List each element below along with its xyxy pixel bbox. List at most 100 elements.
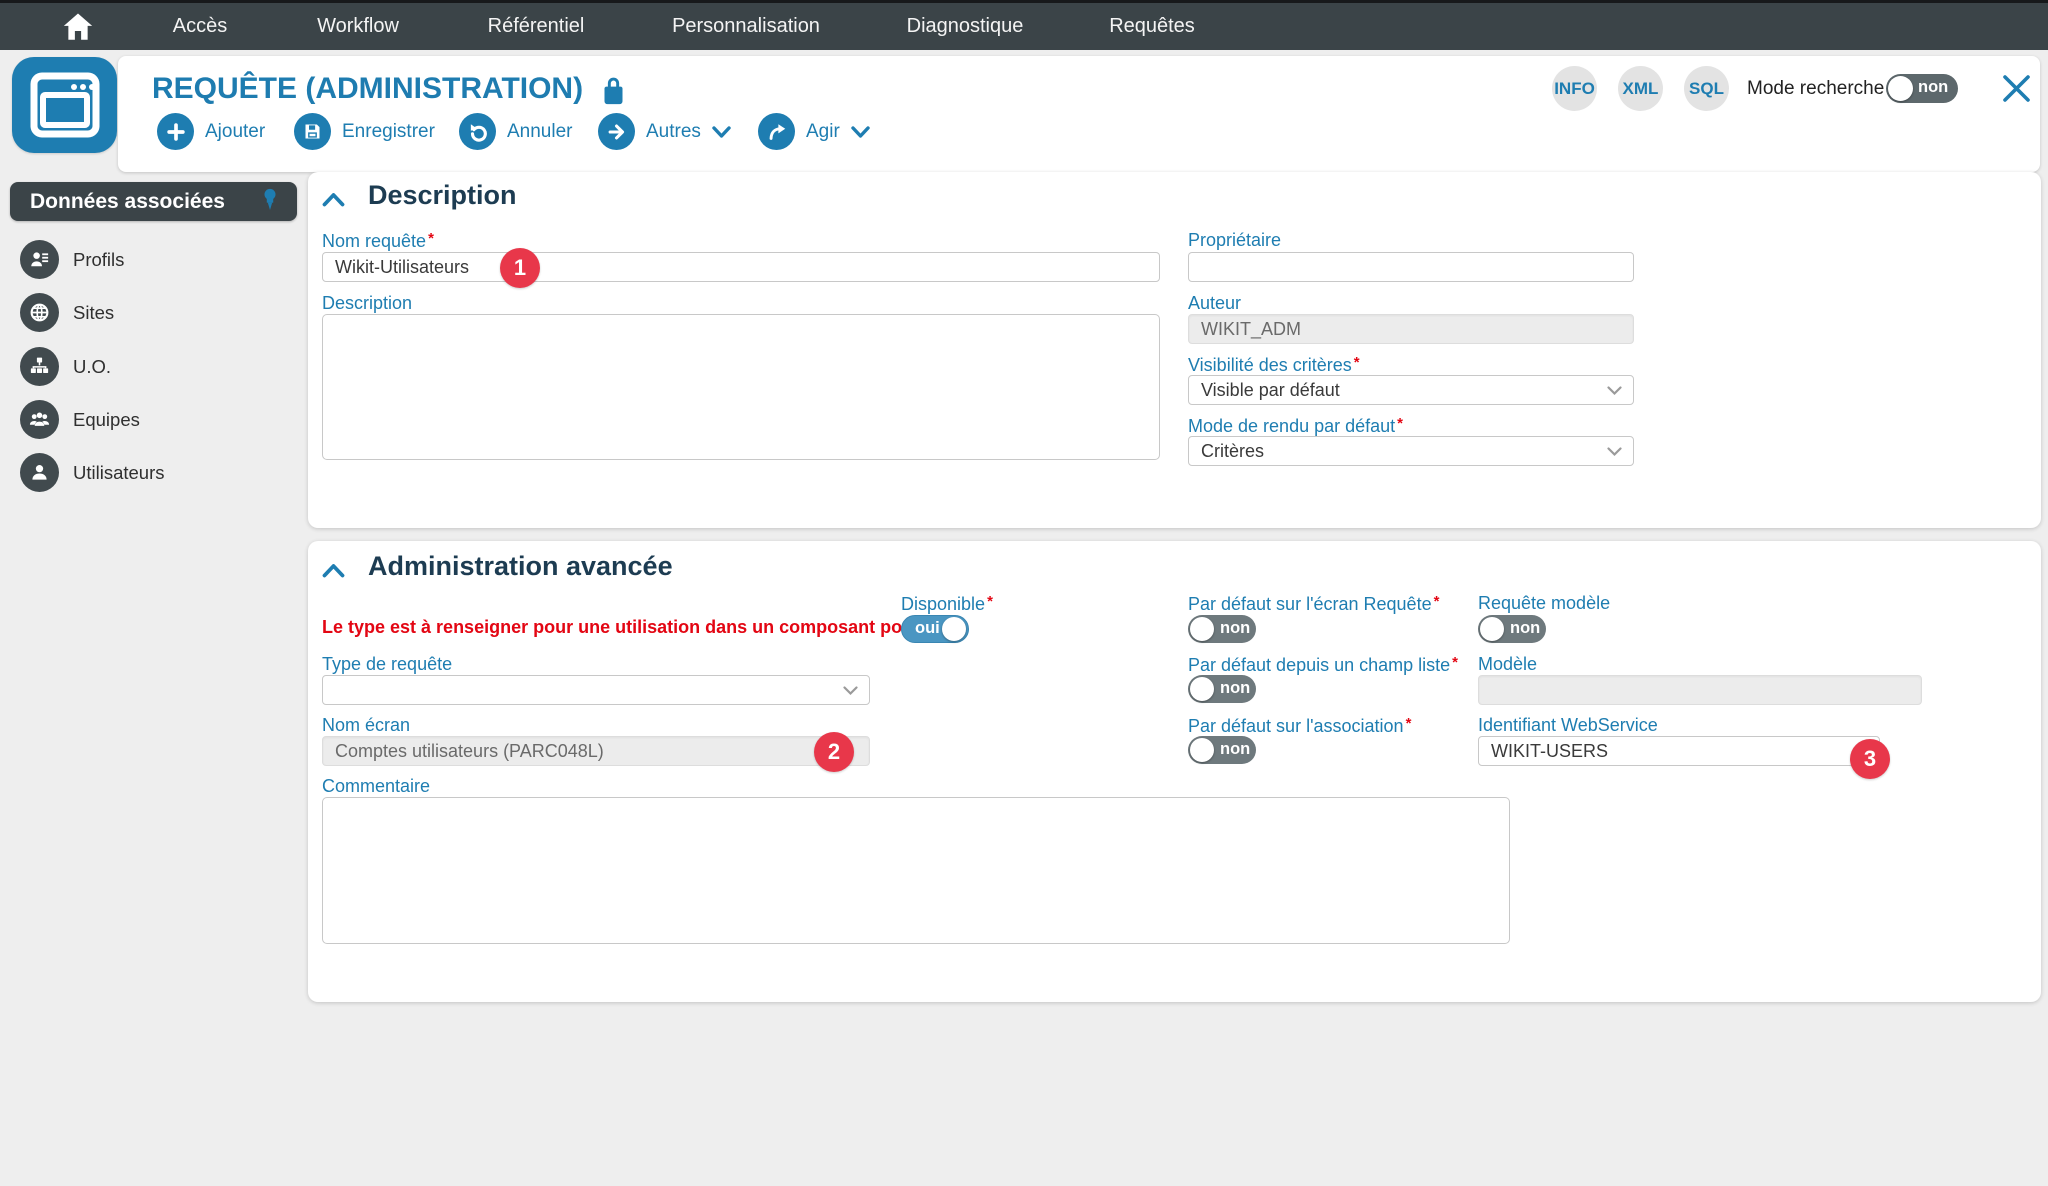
annuler-button[interactable]: Annuler — [459, 113, 573, 150]
info-button[interactable]: INFO — [1552, 66, 1597, 111]
selected-value: Visible par défaut — [1201, 379, 1340, 400]
toggle-value: non — [1918, 78, 1949, 96]
annotation-badge-2: 2 — [814, 732, 854, 772]
defaut-champ-toggle[interactable]: non — [1188, 675, 1256, 703]
nav-item-diagnostique[interactable]: Diagnostique — [907, 3, 1024, 50]
app-screen: Accès Workflow Référentiel Personnalisat… — [0, 0, 2048, 1186]
defaut-ecran-label: Par défaut sur l'écran Requête * — [1188, 593, 1440, 614]
admin-section: Administration avancée Le type est à ren… — [308, 541, 2041, 1002]
admin-section-title: Administration avancée — [368, 551, 673, 581]
xml-button[interactable]: XML — [1618, 66, 1663, 111]
chevron-up-icon — [322, 193, 345, 207]
description-section: Description Nom requête* 1 Description P… — [308, 172, 2041, 528]
page-title: REQUÊTE (ADMINISTRATION) — [152, 72, 584, 105]
proprietaire-input[interactable] — [1188, 252, 1634, 282]
sidebar-header: Données associées — [10, 182, 297, 221]
toggle-knob — [1190, 738, 1214, 762]
mode-rendu-select[interactable]: Critères — [1188, 436, 1634, 466]
proprietaire-label: Propriétaire — [1188, 230, 1282, 250]
toggle-knob — [1190, 617, 1214, 641]
pin-icon[interactable] — [259, 187, 281, 216]
toggle-value: non — [1510, 619, 1541, 637]
sql-button[interactable]: SQL — [1684, 66, 1729, 111]
save-icon — [294, 113, 331, 150]
ajouter-button[interactable]: Ajouter — [157, 113, 265, 150]
defaut-assoc-label: Par défaut sur l'association * — [1188, 715, 1412, 736]
nav-item-referentiel[interactable]: Référentiel — [488, 3, 585, 50]
defaut-ecran-toggle[interactable]: non — [1188, 615, 1256, 643]
description-textarea[interactable] — [322, 314, 1160, 460]
org-icon — [20, 347, 59, 386]
selected-value: Critères — [1201, 440, 1265, 461]
disponible-label: Disponible * — [901, 593, 993, 614]
modele-label: Modèle — [1478, 654, 1538, 674]
visibilite-criteres-label: Visibilité des critères * — [1188, 354, 1360, 375]
close-button[interactable] — [1998, 70, 2034, 106]
sidebar-title: Données associées — [30, 189, 225, 213]
plus-icon — [157, 113, 194, 150]
description-section-title: Description — [368, 180, 517, 210]
team-icon — [20, 400, 59, 439]
sidebar-item-utilisateurs[interactable]: Utilisateurs — [20, 453, 165, 492]
defaut-champ-label: Par défaut depuis un champ liste * — [1188, 654, 1459, 675]
sidebar-item-label: U.O. — [73, 355, 112, 377]
commentaire-label: Commentaire — [322, 776, 431, 796]
auteur-input — [1188, 314, 1634, 344]
globe-icon — [20, 293, 59, 332]
top-navigation-bar: Accès Workflow Référentiel Personnalisat… — [0, 0, 2048, 50]
close-icon — [2002, 74, 2030, 102]
chevron-down-icon — [1607, 447, 1622, 457]
user-icon — [20, 453, 59, 492]
toggle-value: non — [1220, 619, 1251, 637]
identifiant-ws-label: Identifiant WebService — [1478, 715, 1658, 735]
nav-item-acces[interactable]: Accès — [173, 3, 227, 50]
nom-requete-input[interactable] — [322, 252, 1160, 282]
autres-label: Autres — [646, 120, 701, 142]
ajouter-label: Ajouter — [205, 120, 266, 142]
undo-icon — [459, 113, 496, 150]
mode-recherche-toggle[interactable]: non — [1886, 74, 1958, 103]
autres-button[interactable]: Autres — [598, 113, 731, 150]
requete-modele-label: Requête modèle — [1478, 593, 1611, 613]
toggle-knob — [1190, 677, 1214, 701]
disponible-toggle[interactable]: oui — [901, 615, 969, 643]
home-button[interactable] — [58, 8, 98, 46]
agir-label: Agir — [806, 120, 840, 142]
enregistrer-button[interactable]: Enregistrer — [294, 113, 435, 150]
defaut-assoc-toggle[interactable]: non — [1188, 736, 1256, 764]
commentaire-textarea[interactable] — [322, 797, 1510, 944]
sidebar-item-label: Profils — [73, 248, 125, 270]
visibilite-criteres-select[interactable]: Visible par défaut — [1188, 375, 1634, 405]
nav-item-personnalisation[interactable]: Personnalisation — [672, 3, 820, 50]
sidebar-item-profils[interactable]: Profils — [20, 240, 124, 279]
share-arrow-icon — [758, 113, 795, 150]
chevron-down-icon — [712, 125, 731, 138]
sidebar-item-label: Equipes — [73, 408, 140, 430]
annotation-badge-3: 3 — [1850, 739, 1890, 779]
toggle-knob — [1480, 617, 1504, 641]
annotation-badge-1: 1 — [500, 248, 540, 288]
toggle-value: non — [1220, 679, 1251, 697]
toggle-value: oui — [915, 619, 940, 637]
type-warning-text: Le type est à renseigner pour une utilis… — [322, 617, 924, 637]
collapse-description-button[interactable] — [322, 192, 345, 212]
arrow-right-icon — [598, 113, 635, 150]
toggle-value: non — [1220, 740, 1251, 758]
sidebar-item-label: Sites — [73, 301, 115, 323]
auteur-label: Auteur — [1188, 293, 1242, 313]
type-requete-select[interactable] — [322, 675, 870, 705]
sidebar-item-equipes[interactable]: Equipes — [20, 400, 140, 439]
sidebar-item-sites[interactable]: Sites — [20, 293, 114, 332]
nav-item-workflow[interactable]: Workflow — [317, 3, 399, 50]
sidebar-item-label: Utilisateurs — [73, 461, 165, 483]
toggle-knob — [1888, 76, 1913, 101]
agir-button[interactable]: Agir — [758, 113, 870, 150]
enregistrer-label: Enregistrer — [342, 120, 435, 142]
collapse-admin-button[interactable] — [322, 563, 345, 583]
sidebar-item-uo[interactable]: U.O. — [20, 347, 111, 386]
requete-modele-toggle[interactable]: non — [1478, 615, 1546, 643]
description-label: Description — [322, 293, 413, 313]
chevron-up-icon — [322, 564, 345, 578]
identifiant-ws-input[interactable] — [1478, 736, 1880, 766]
nav-item-requetes[interactable]: Requêtes — [1109, 3, 1195, 50]
